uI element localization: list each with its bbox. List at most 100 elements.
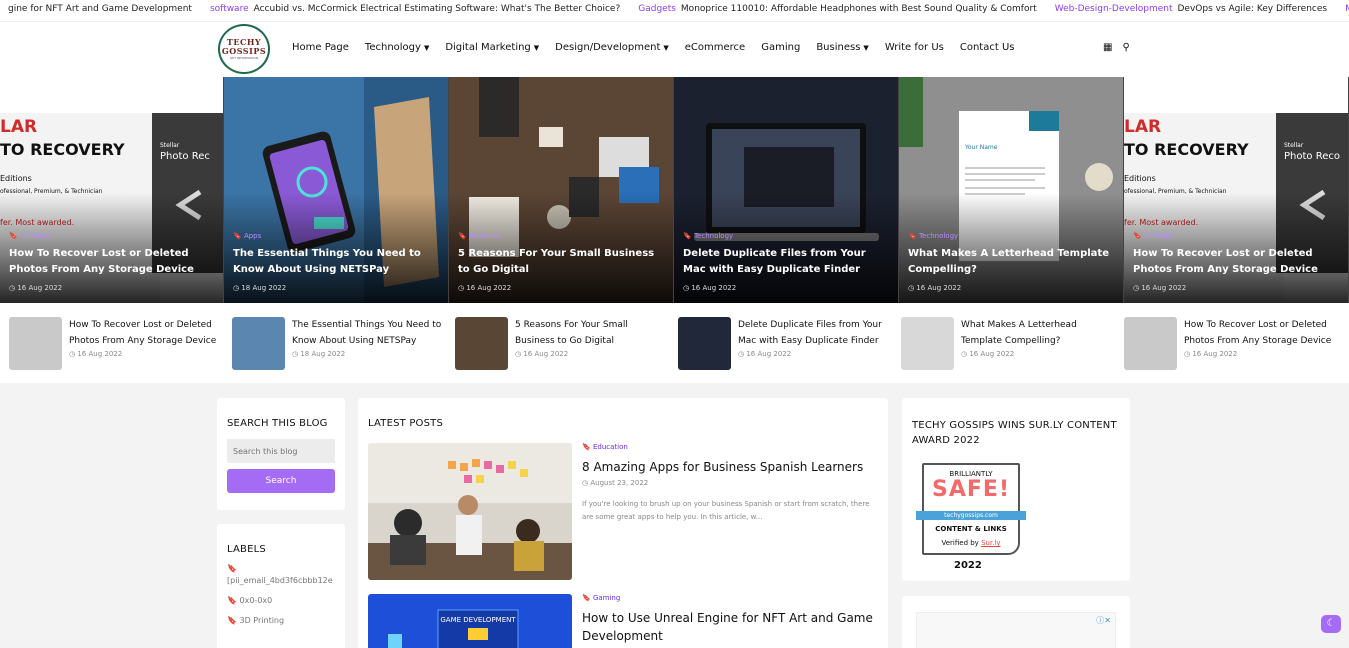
thumb-image[interactable] — [678, 317, 731, 370]
thumb-title[interactable]: 5 Reasons For Your Small Business to Go … — [515, 317, 669, 349]
post-excerpt: If you're looking to brush up on your bu… — [582, 500, 870, 521]
thumb-item[interactable]: Delete Duplicate Files from Your Mac wit… — [669, 303, 892, 383]
post-title[interactable]: 8 Amazing Apps for Business Spanish Lear… — [582, 458, 878, 476]
ticker-category[interactable]: Gadgets — [638, 1, 676, 17]
ticker-title[interactable]: Accubid vs. McCormick Electrical Estimat… — [254, 1, 621, 17]
slide-category[interactable]: 🔖 Apps — [233, 232, 440, 240]
svg-text:Editions: Editions — [1124, 174, 1156, 183]
ticker-item[interactable]: gine for NFT Art and Game Development — [8, 1, 192, 17]
post-thumbnail[interactable] — [368, 443, 572, 580]
thumb-image[interactable] — [455, 317, 508, 370]
ticker-title[interactable]: DevOps vs Agile: Key Differences — [1178, 1, 1328, 17]
slide-category[interactable]: 🔖 Software — [9, 232, 215, 240]
slide-title[interactable]: 5 Reasons For Your Small Business to Go … — [458, 246, 665, 278]
nav-item[interactable]: eCommerce — [685, 42, 745, 53]
slide-card[interactable]: 🔖 Business 5 Reasons For Your Small Busin… — [449, 77, 674, 303]
slide-category[interactable]: 🔖 Business — [458, 232, 665, 240]
thumb-title[interactable]: What Makes A Letterhead Template Compell… — [961, 317, 1115, 349]
ticker-title[interactable]: gine for NFT Art and Game Development — [8, 1, 192, 17]
thumb-image[interactable] — [1124, 317, 1177, 370]
thumb-image[interactable] — [901, 317, 954, 370]
latest-posts-heading: LATEST POSTS — [368, 418, 444, 429]
slide-card[interactable]: LAR TO RECOVERY Stellar Photo Rec Editions of… — [0, 77, 224, 303]
label-item[interactable]: 🔖 [pii_email_4bd3f6cbbb12e — [227, 563, 335, 587]
slide-card[interactable]: Your Name 🔖 Technology What Makes A Letter… — [899, 77, 1124, 303]
thumb-date: ◷ 18 Aug 2022 — [292, 350, 346, 358]
slide-category[interactable]: 🔖 Technology — [908, 232, 1115, 240]
site-logo[interactable]: TECHY GOSSIPS GET INFORMATION — [218, 24, 270, 74]
thumb-title[interactable]: How To Recover Lost or Deleted Photos Fr… — [69, 317, 223, 349]
award-year: 2022 — [954, 560, 982, 571]
nav-item[interactable]: Design/Development ▼ — [555, 42, 669, 53]
post-thumbnail[interactable]: GAME DEVELOPMENT — [368, 594, 572, 648]
slide-category[interactable]: 🔖 Technology — [683, 232, 890, 240]
label-item[interactable]: 🔖 3D Printing — [227, 615, 335, 627]
adchoices-icon[interactable]: ⓘ✕ — [1096, 615, 1111, 626]
thumb-text: How To Recover Lost or Deleted Photos Fr… — [69, 317, 223, 383]
nav-item[interactable]: Home Page — [292, 42, 349, 53]
badge-sub-text: CONTENT & LINKS — [935, 525, 1007, 533]
nav-item[interactable]: Gaming — [761, 42, 800, 53]
thumb-item[interactable]: The Essential Things You Need to Know Ab… — [223, 303, 446, 383]
grid-menu-icon[interactable]: ▦ — [1103, 42, 1112, 53]
slide-title[interactable]: How To Recover Lost or Deleted Photos Fr… — [1133, 246, 1340, 278]
badge-site-ribbon: techygossips.com — [916, 511, 1026, 520]
featured-thumbs: How To Recover Lost or Deleted Photos Fr… — [0, 303, 1349, 383]
slide-caption: 🔖 Technology Delete Duplicate Files from … — [683, 232, 890, 292]
ticker-item[interactable]: software Accubid vs. McCormick Electrical… — [210, 1, 620, 17]
search-button[interactable]: Search — [227, 469, 335, 493]
search-input[interactable] — [227, 439, 335, 463]
nav-item-label: eCommerce — [684, 42, 746, 53]
thumb-text: Delete Duplicate Files from Your Mac wit… — [738, 317, 892, 383]
nav-item[interactable]: Write for Us — [885, 42, 944, 53]
post-category[interactable]: 🔖 Education — [582, 443, 878, 451]
slide-title[interactable]: Delete Duplicate Files from Your Mac wit… — [683, 246, 890, 278]
slide-title[interactable]: What Makes A Letterhead Template Compell… — [908, 246, 1115, 278]
dark-mode-toggle[interactable]: ☾ — [1321, 615, 1341, 633]
slide-title[interactable]: The Essential Things You Need to Know Ab… — [233, 246, 440, 278]
nav-item[interactable]: Contact Us — [960, 42, 1015, 53]
search-icon[interactable]: ⚲ — [1122, 42, 1129, 53]
slide-category-label: Apps — [243, 232, 262, 240]
slide-title[interactable]: How To Recover Lost or Deleted Photos Fr… — [9, 246, 215, 278]
ticker-item[interactable]: Gadgets Monoprice 110010: Affordable Head… — [638, 1, 1036, 17]
ad-widget: ⓘ✕ — [902, 596, 1130, 648]
svg-text:TO RECOVERY: TO RECOVERY — [1124, 140, 1249, 159]
ad-slot[interactable]: ⓘ✕ — [916, 612, 1116, 648]
slide-card[interactable]: 🔖 Technology Delete Duplicate Files from … — [674, 77, 899, 303]
thumb-title[interactable]: Delete Duplicate Files from Your Mac wit… — [738, 317, 892, 349]
ticker-category[interactable]: Web-Design-Development — [1055, 1, 1173, 17]
thumb-item[interactable]: 5 Reasons For Your Small Business to Go … — [446, 303, 669, 383]
ticker-item[interactable]: MarketingTop 1 — [1345, 1, 1349, 17]
surly-badge[interactable]: BRILLIANTLY SAFE! techygossips.com CONTE… — [916, 463, 1026, 555]
ticker-title[interactable]: Monoprice 110010: Affordable Headphones … — [681, 1, 1037, 17]
nav-item[interactable]: Technology ▼ — [365, 42, 429, 53]
post-title[interactable]: How to Use Unreal Engine for NFT Art and… — [582, 609, 878, 645]
svg-text:Your Name: Your Name — [964, 144, 998, 151]
slide-category[interactable]: 🔖 Software — [1133, 232, 1340, 240]
post-category[interactable]: 🔖 Gaming — [582, 594, 878, 602]
nav-item[interactable]: Business ▼ — [816, 42, 869, 53]
slide-caption: 🔖 Software How To Recover Lost or Deleted… — [1133, 232, 1340, 292]
slide-date: ◷ 16 Aug 2022 — [458, 284, 512, 292]
thumb-title[interactable]: How To Recover Lost or Deleted Photos Fr… — [1184, 317, 1338, 349]
label-item[interactable]: 🔖 0x0-0x0 — [227, 595, 335, 607]
thumb-item[interactable]: What Makes A Letterhead Template Compell… — [892, 303, 1115, 383]
ticker-category[interactable]: software — [210, 1, 249, 17]
thumb-title[interactable]: The Essential Things You Need to Know Ab… — [292, 317, 446, 349]
thumb-item[interactable]: How To Recover Lost or Deleted Photos Fr… — [1115, 303, 1338, 383]
thumb-image[interactable] — [232, 317, 285, 370]
slide-card[interactable]: LAR TO RECOVERY Stellar Photo Reco Editions o… — [1124, 77, 1349, 303]
featured-slider: LAR TO RECOVERY Stellar Photo Rec Editions of… — [0, 77, 1349, 303]
slide-date-text: 18 Aug 2022 — [241, 284, 287, 292]
slide-date-text: 16 Aug 2022 — [691, 284, 737, 292]
nav-item[interactable]: Digital Marketing ▼ — [445, 42, 539, 53]
ticker-item[interactable]: Web-Design-Development DevOps vs Agile: K… — [1055, 1, 1327, 17]
slide-card[interactable]: 🔖 Apps The Essential Things You Need to K… — [224, 77, 449, 303]
thumb-date: ◷ 16 Aug 2022 — [738, 350, 792, 358]
thumb-item[interactable]: How To Recover Lost or Deleted Photos Fr… — [0, 303, 223, 383]
thumb-image[interactable] — [9, 317, 62, 370]
post-date: ◷ August 23, 2022 — [582, 479, 649, 487]
bookmark-icon: 🔖 — [227, 616, 237, 625]
ticker-category[interactable]: Marketing — [1345, 1, 1349, 17]
